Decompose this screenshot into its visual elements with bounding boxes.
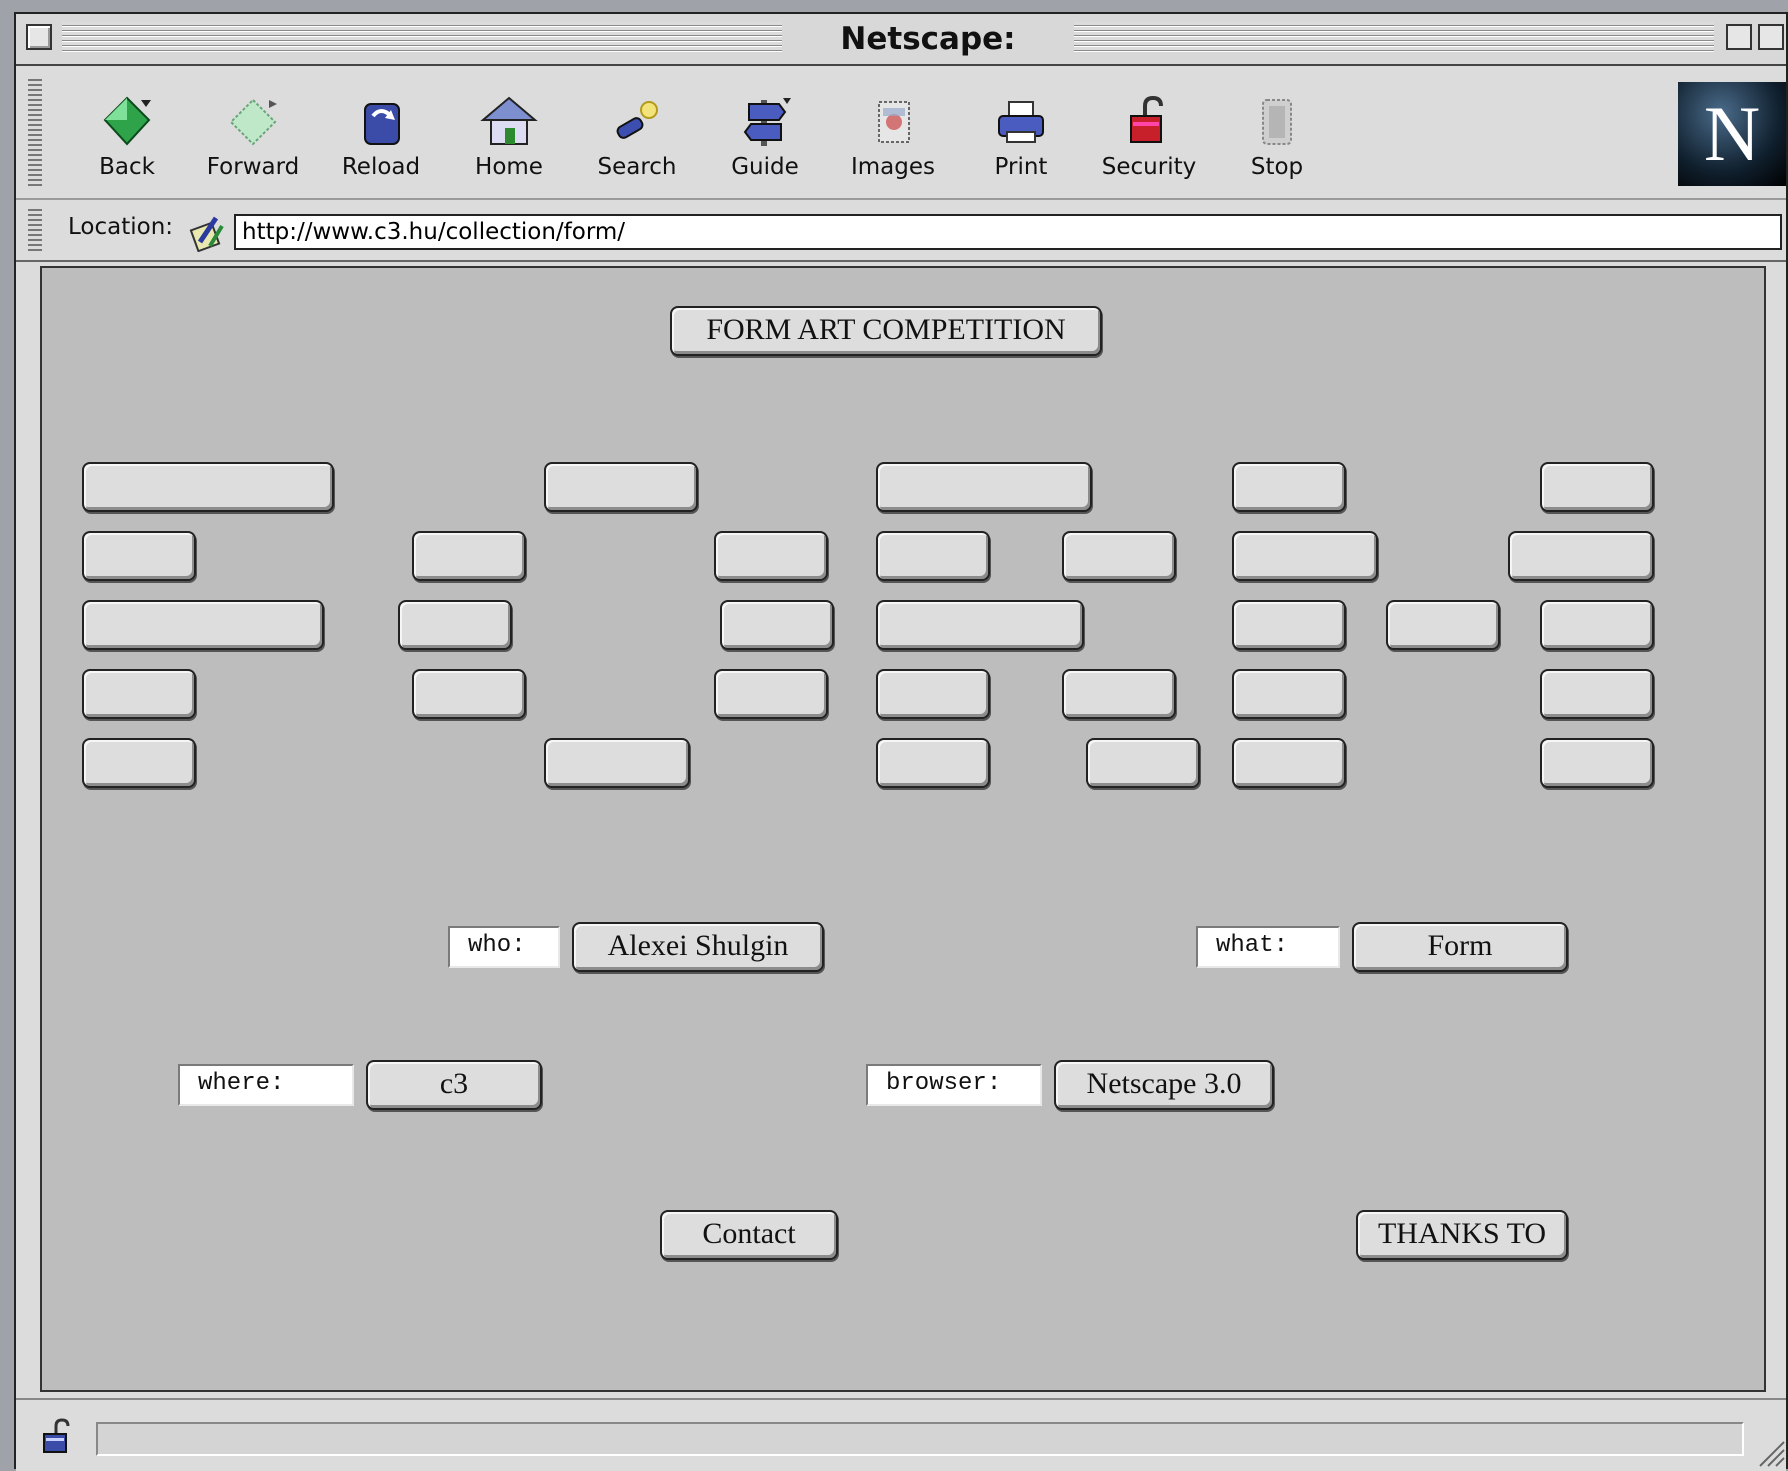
blank-form-button[interactable] (544, 738, 690, 788)
browser-field[interactable]: browser: (866, 1064, 1042, 1106)
blank-form-button[interactable] (1086, 738, 1200, 788)
status-text-field (96, 1422, 1744, 1456)
reload-icon (364, 103, 400, 145)
guide-icon (743, 98, 791, 146)
blank-form-button[interactable] (1540, 669, 1654, 719)
page-proxy-icon[interactable] (186, 212, 226, 252)
resize-grip-icon[interactable] (1754, 1436, 1786, 1468)
blank-form-button[interactable] (1062, 531, 1176, 581)
home-button[interactable]: Home (454, 94, 564, 180)
search-icon (616, 101, 658, 139)
forward-label: Forward (206, 154, 300, 180)
blank-form-button[interactable] (82, 531, 196, 581)
blank-form-button[interactable] (1508, 531, 1654, 581)
print-icon (998, 101, 1044, 143)
title-bar[interactable]: Netscape: FORM (16, 14, 1786, 107)
print-button[interactable]: Print (966, 94, 1076, 180)
blank-form-button[interactable] (544, 462, 698, 512)
images-button[interactable]: Images (838, 94, 948, 180)
who-button[interactable]: Alexei Shulgin (572, 922, 824, 972)
title-stripes-left (62, 22, 782, 52)
blank-form-button[interactable] (1232, 462, 1346, 512)
browser-window: Netscape: FORM Back Forward (14, 12, 1788, 1471)
blank-form-button[interactable] (1232, 669, 1346, 719)
collapse-box[interactable] (1758, 24, 1784, 50)
blank-form-button[interactable] (82, 669, 196, 719)
location-label: Location: (68, 214, 174, 240)
blank-form-button[interactable] (876, 531, 990, 581)
blank-form-button[interactable] (82, 738, 196, 788)
blank-form-button[interactable] (412, 669, 526, 719)
blank-form-button[interactable] (82, 462, 334, 512)
security-lock-icon (1130, 95, 1163, 143)
where-field[interactable]: where: (178, 1064, 354, 1106)
blank-form-button[interactable] (876, 462, 1092, 512)
blank-form-button[interactable] (82, 600, 324, 650)
images-icon (878, 101, 910, 143)
title-stripes-right (1074, 22, 1714, 52)
navigation-toolbar: Back Forward Reload Home Search Guide Im… (16, 66, 1786, 200)
forward-button[interactable]: Forward (198, 94, 308, 180)
home-label: Home (475, 154, 543, 180)
contact-button[interactable]: Contact (660, 1210, 838, 1260)
blank-form-button[interactable] (1232, 738, 1346, 788)
blank-form-button[interactable] (1540, 600, 1654, 650)
blank-form-button[interactable] (1386, 600, 1500, 650)
blank-form-button[interactable] (398, 600, 512, 650)
print-label: Print (994, 154, 1048, 180)
blank-form-button[interactable] (876, 669, 990, 719)
window-title: Netscape: FORM (788, 14, 1068, 107)
what-field[interactable]: what: (1196, 926, 1340, 968)
security-label: Security (1101, 154, 1197, 180)
url-input[interactable]: http://www.c3.hu/collection/form/ (234, 214, 1782, 250)
forward-arrow-icon (229, 98, 277, 146)
what-button[interactable]: Form (1352, 922, 1568, 972)
search-button[interactable]: Search (582, 94, 692, 180)
images-label: Images (850, 154, 935, 180)
blank-form-button[interactable] (714, 531, 828, 581)
guide-label: Guide (731, 154, 799, 180)
browser-button[interactable]: Netscape 3.0 (1054, 1060, 1274, 1110)
guide-button[interactable]: Guide (710, 94, 820, 180)
stop-button[interactable]: Stop (1222, 94, 1332, 180)
stop-label: Stop (1250, 154, 1304, 180)
security-status-icon[interactable] (38, 1416, 78, 1456)
blank-form-button[interactable] (876, 738, 990, 788)
title-button[interactable]: FORM ART COMPETITION (670, 306, 1102, 356)
security-button[interactable]: Security (1094, 94, 1204, 180)
blank-form-button[interactable] (876, 600, 1084, 650)
who-field[interactable]: who: (448, 926, 560, 968)
blank-form-button[interactable] (1062, 669, 1176, 719)
stop-icon (1262, 99, 1292, 145)
zoom-box[interactable] (1726, 24, 1752, 50)
close-box[interactable] (26, 24, 52, 50)
netscape-logo[interactable]: N (1678, 82, 1786, 186)
search-label: Search (597, 154, 677, 180)
reload-button[interactable]: Reload (326, 94, 436, 180)
blank-form-button[interactable] (714, 669, 828, 719)
status-bar (16, 1398, 1786, 1471)
reload-label: Reload (341, 154, 421, 180)
blank-form-button[interactable] (720, 600, 834, 650)
home-icon (480, 96, 538, 145)
thanks-to-button[interactable]: THANKS TO (1356, 1210, 1568, 1260)
back-button[interactable]: Back (72, 94, 182, 180)
back-label: Back (99, 154, 155, 180)
where-button[interactable]: c3 (366, 1060, 542, 1110)
blank-form-button[interactable] (1540, 462, 1654, 512)
toolbar-collapse-grip[interactable] (28, 76, 42, 188)
location-collapse-grip[interactable] (28, 206, 42, 254)
blank-form-button[interactable] (1232, 531, 1378, 581)
location-bar: Location: http://www.c3.hu/collection/fo… (16, 200, 1786, 262)
blank-form-button[interactable] (1540, 738, 1654, 788)
back-arrow-icon (103, 96, 151, 146)
page-content: FORM ART COMPETITION who: Alexei Shulgin… (40, 266, 1766, 1392)
blank-form-button[interactable] (412, 531, 526, 581)
blank-form-button[interactable] (1232, 600, 1346, 650)
